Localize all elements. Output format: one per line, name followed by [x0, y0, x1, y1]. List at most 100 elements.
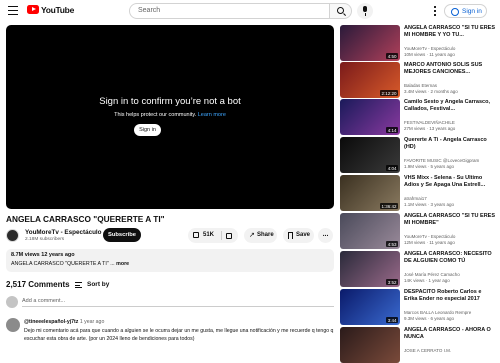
video-thumbnail[interactable]: [340, 327, 400, 363]
related-video-item[interactable]: ANGELA CARRASCO - AHORA O NUNCA JOSE A CE…: [340, 327, 500, 363]
comment-author[interactable]: @tineeelespañol-yj7tz: [24, 319, 78, 325]
share-arrow-icon: ↗: [249, 232, 255, 239]
video-duration: 1:36:42: [379, 203, 398, 209]
player-signin-button[interactable]: Sign in: [134, 124, 161, 136]
thumbs-down-icon[interactable]: [226, 233, 232, 239]
playlist-add-icon: [288, 232, 293, 239]
video-duration: 3:44: [386, 317, 398, 323]
related-video-channel[interactable]: José María Pérez Camacho: [404, 272, 496, 277]
related-video-channel[interactable]: FESTIVALDEVIÑACHILE: [404, 120, 496, 125]
like-dislike-group: 51K: [188, 228, 238, 243]
related-video-item[interactable]: 2:12:20 MARCO ANTONIO SOLIS SUS MEJORES C…: [340, 62, 500, 98]
related-video-channel[interactable]: JOSE A CERRATO I.M.: [404, 348, 496, 353]
related-video-channel[interactable]: Baladas Eternas: [404, 83, 496, 88]
subscriber-count: 2.18M subscribers: [25, 237, 65, 242]
bot-check-title: Sign in to confirm you’re not a bot: [99, 96, 241, 107]
sort-by-button[interactable]: Sort by: [87, 281, 109, 288]
comment-author-avatar[interactable]: [6, 318, 20, 332]
like-count[interactable]: 51K: [203, 232, 214, 238]
description-more-link[interactable]: more: [116, 261, 129, 267]
share-button[interactable]: ↗ Share: [244, 228, 277, 243]
related-video-channel[interactable]: Marcos BALLA Leonardo Rempre: [404, 310, 496, 315]
video-thumbnail[interactable]: 4:53: [340, 213, 400, 249]
search-icon: [337, 7, 344, 14]
video-player[interactable]: Sign in to confirm you’re not a bot This…: [6, 25, 334, 209]
related-video-item[interactable]: 3:44 DESPACITO Roberto Carlos e Erika End…: [340, 289, 500, 325]
save-button[interactable]: Save: [283, 228, 314, 243]
related-video-meta: 1.9M views · 5 years ago: [404, 164, 455, 169]
video-thumbnail[interactable]: 4:04: [340, 137, 400, 173]
comment-text: Dejo mi comentario acá para que cuando a…: [24, 328, 334, 342]
more-actions-button[interactable]: ...: [318, 228, 333, 243]
video-duration: 2:12:20: [379, 90, 398, 96]
subscribe-button[interactable]: Subscribe: [103, 228, 141, 242]
related-video-item[interactable]: 3:52 ANGELA CARRASCO: NECESITO DE ALGUIEN…: [340, 251, 500, 287]
search-button[interactable]: [330, 3, 352, 19]
description-snippet: ANGELA CARRASCO "QUERERTE A TI" ...: [11, 261, 115, 267]
related-video-channel[interactable]: YouMoreTv - Espectáculo: [404, 46, 496, 51]
hamburger-menu-icon[interactable]: [8, 6, 18, 15]
like-divider: [221, 231, 222, 240]
related-video-channel[interactable]: FAVORITE MUSIC @LoveceGigpram: [404, 158, 496, 163]
comments-count: 2,517 Comments: [6, 280, 70, 289]
related-video-meta: 12M views · 11 years ago: [404, 240, 455, 245]
channel-name[interactable]: YouMoreTv - Espectáculo: [25, 229, 102, 236]
video-duration: 3:52: [386, 279, 398, 285]
voice-search-mic-icon[interactable]: [357, 3, 373, 19]
youtube-logo-icon[interactable]: [27, 5, 39, 14]
bot-check-subtitle: This helps protect our community. Learn …: [6, 112, 334, 118]
settings-more-icon[interactable]: [434, 5, 436, 16]
video-title: ANGELA CARRASCO "QUERERTE A TI": [6, 214, 165, 224]
video-thumbnail[interactable]: 4:14: [340, 99, 400, 135]
related-video-title[interactable]: ANGELA CARRASCO: NECESITO DE ALGUIEN COM…: [404, 251, 496, 265]
channel-avatar[interactable]: [6, 229, 19, 242]
related-video-meta: 1.1M views · 3 years ago: [404, 202, 455, 207]
share-label: Share: [257, 232, 274, 238]
related-video-title[interactable]: ANGELA CARRASCO "SI TÚ ERES MI HOMBRE Y …: [404, 25, 496, 39]
video-thumbnail[interactable]: 4:50: [340, 25, 400, 61]
video-duration: 4:53: [386, 241, 398, 247]
related-video-meta: 10M views · 11 years ago: [404, 52, 455, 57]
masthead: YouTube Search Sign in: [0, 0, 500, 22]
related-video-channel[interactable]: atrafrmai17: [404, 196, 496, 201]
video-thumbnail[interactable]: 2:12:20: [340, 62, 400, 98]
related-video-meta: 9.3M views · 6 years ago: [404, 316, 455, 321]
related-video-channel[interactable]: YouMoreTv - Espectáculo: [404, 234, 496, 239]
related-video-meta: 27M views · 13 years ago: [404, 126, 456, 131]
youtube-logo-text[interactable]: YouTube: [41, 5, 74, 15]
video-thumbnail[interactable]: 1:36:42: [340, 175, 400, 211]
video-thumbnail[interactable]: 3:52: [340, 251, 400, 287]
related-video-title[interactable]: MARCO ANTONIO SOLIS SUS MEJORES CANCIONE…: [404, 62, 496, 76]
related-video-title[interactable]: Camilo Sesto y Angela Carrasco, Callados…: [404, 99, 496, 113]
related-video-title[interactable]: ANGELA CARRASCO - AHORA O NUNCA: [404, 327, 496, 341]
comment-header: @tineeelespañol-yj7tz 1 year ago: [24, 319, 104, 325]
related-video-title[interactable]: VHS Mixx - Selena - Su Ultimo Adios y Se…: [404, 175, 496, 189]
related-video-title[interactable]: Quererte A Ti - Angela Carrasco (HD): [404, 137, 496, 151]
add-comment-input[interactable]: Add a comment...: [22, 298, 334, 307]
related-video-item[interactable]: 4:50 ANGELA CARRASCO "SI TÚ ERES MI HOMBR…: [340, 25, 500, 61]
related-video-item[interactable]: 4:04 Quererte A Ti - Angela Carrasco (HD)…: [340, 137, 500, 173]
video-duration: 4:14: [386, 127, 398, 133]
sort-icon[interactable]: [75, 282, 82, 288]
related-video-item[interactable]: 1:36:42 VHS Mixx - Selena - Su Ultimo Adi…: [340, 175, 500, 211]
signin-button[interactable]: Sign in: [444, 4, 487, 18]
learn-more-link[interactable]: Learn more: [198, 112, 226, 118]
related-video-meta: 14K views · 1 year ago: [404, 278, 450, 283]
save-label: Save: [296, 232, 311, 238]
related-video-item[interactable]: 4:53 ANGELA CARRASCO "SI TÚ ERES MI HOMBR…: [340, 213, 500, 249]
related-video-title[interactable]: ANGELA CARRASCO "SI TÚ ERES MI HOMBRE": [404, 213, 496, 227]
related-video-item[interactable]: 4:14 Camilo Sesto y Angela Carrasco, Call…: [340, 99, 500, 135]
video-duration: 4:04: [386, 165, 398, 171]
search-input[interactable]: Search: [129, 3, 330, 19]
comment-time[interactable]: 1 year ago: [80, 319, 105, 325]
current-user-avatar: [6, 296, 18, 308]
video-thumbnail[interactable]: 3:44: [340, 289, 400, 325]
thumbs-up-icon[interactable]: [193, 232, 199, 238]
account-circle-icon: [451, 7, 459, 16]
video-duration: 4:50: [386, 53, 398, 59]
description-box[interactable]: 8.7M views 12 years ago ANGELA CARRASCO …: [6, 249, 334, 272]
signin-label: Sign in: [462, 8, 482, 15]
related-video-title[interactable]: DESPACITO Roberto Carlos e Erika Ender n…: [404, 289, 496, 303]
views-and-date: 8.7M views 12 years ago: [11, 252, 75, 258]
description-text: ANGELA CARRASCO "QUERERTE A TI" ... more: [11, 261, 129, 267]
